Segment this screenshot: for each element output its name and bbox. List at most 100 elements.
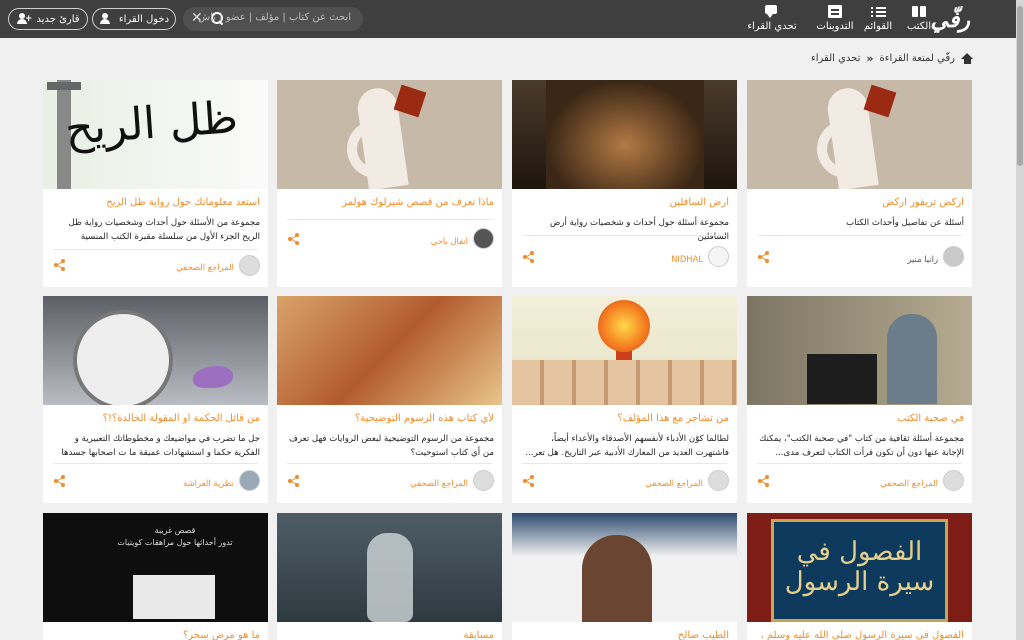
nav-readers-challenge[interactable]: تحدي القراء: [738, 5, 806, 32]
search-input[interactable]: ابحث عن كتاب | مؤلف | عضو | ناش: [198, 12, 351, 23]
card-title[interactable]: لأي كتاب هذه الرسوم التوضيحية؟: [285, 413, 494, 424]
register-label: قارئ جديد: [36, 13, 80, 25]
card-image[interactable]: [512, 513, 737, 622]
card-image[interactable]: [277, 513, 502, 622]
card-author[interactable]: رانيا منير: [907, 254, 938, 264]
card-title[interactable]: اركض تريفور اركض: [755, 197, 964, 208]
avatar[interactable]: [473, 470, 494, 491]
card-image[interactable]: [512, 296, 737, 405]
quiz-card[interactable]: أرض السافلين مجموعة أسئلة حول أحداث و شخ…: [512, 80, 737, 287]
card-divider: [287, 219, 492, 220]
card-title[interactable]: الطيب صالح: [520, 630, 729, 640]
card-author[interactable]: نظرية الفراشة: [183, 478, 234, 488]
card-author[interactable]: المراجع الصحفي: [176, 262, 234, 272]
avatar[interactable]: [943, 246, 964, 267]
top-navbar: رفّي الكتب القوائم التدوينات تحدي القراء…: [0, 0, 1016, 38]
avatar[interactable]: [239, 470, 260, 491]
register-button[interactable]: + قارئ جديد: [8, 8, 88, 30]
quiz-card[interactable]: لأي كتاب هذه الرسوم التوضيحية؟ مجموعة من…: [277, 296, 502, 503]
nav-posts[interactable]: التدوينات: [803, 5, 867, 32]
avatar[interactable]: [708, 470, 729, 491]
chat-icon: [764, 5, 780, 19]
card-image[interactable]: [277, 80, 502, 189]
scrollbar-thumb[interactable]: [1017, 6, 1023, 166]
home-icon[interactable]: [961, 53, 974, 64]
card-description: مجموعة أسئلة حول أحداث و شخصيات رواية أر…: [549, 218, 729, 242]
breadcrumb: رفّي لمتعة القراءة « تحدي القراء: [811, 52, 974, 65]
quiz-card[interactable]: قصص غريبة تدور أحداثها حول مراهقات كويتي…: [43, 513, 268, 640]
breadcrumb-home[interactable]: رفّي لمتعة القراءة: [880, 53, 955, 64]
card-title[interactable]: مسابقة: [285, 630, 494, 640]
avatar[interactable]: [239, 255, 260, 276]
nav-posts-label: التدوينات: [816, 21, 854, 32]
quiz-card[interactable]: من قائل الحكمة أو المقولة الخالدة؟!؟ جل …: [43, 296, 268, 503]
search-bar[interactable]: ✕ ابحث عن كتاب | مؤلف | عضو | ناش: [183, 7, 363, 31]
quiz-card[interactable]: ظل الريح استعد معلوماتك حول رواية ظل الر…: [43, 80, 268, 287]
card-image[interactable]: [747, 296, 972, 405]
card-author[interactable]: NIDHAL: [671, 254, 703, 264]
user-icon: [99, 13, 113, 25]
card-description: جل ما تضرب في مواضيعك و مخطوطاتك التعبير…: [61, 434, 260, 458]
cover-title: الفصول في سيرة الرسول: [784, 537, 935, 597]
quiz-card[interactable]: في صحبة الكتب مجموعة أسئلة ثقافية من كتا…: [747, 296, 972, 503]
avatar[interactable]: [473, 228, 494, 249]
login-button[interactable]: دخول القراء: [92, 8, 176, 30]
cover-subtitle: قصص غريبة: [154, 526, 196, 535]
share-icon[interactable]: [288, 233, 300, 245]
card-image[interactable]: [277, 296, 502, 405]
quiz-card[interactable]: الفصول في سيرة الرسول الفصول في سيرة الر…: [747, 513, 972, 640]
card-image[interactable]: قصص غريبة تدور أحداثها حول مراهقات كويتي…: [43, 513, 268, 622]
card-title[interactable]: ماذا تعرف من قصص شيرلوك هولمز: [285, 197, 494, 208]
page-scrollbar[interactable]: [1016, 0, 1024, 640]
quiz-card[interactable]: من تشاجر مع هذا المؤلف؟ لطالما كوّن الأد…: [512, 296, 737, 503]
list-icon: [870, 5, 886, 19]
avatar[interactable]: [943, 470, 964, 491]
avatar[interactable]: [708, 246, 729, 267]
card-divider: [757, 235, 962, 236]
card-divider: [53, 249, 258, 250]
quiz-card[interactable]: الطيب صالح: [512, 513, 737, 640]
card-title[interactable]: من قائل الحكمة أو المقولة الخالدة؟!؟: [51, 413, 260, 424]
card-divider: [757, 463, 962, 464]
card-description: لطالما كوّن الأدباء لأنفسهم الأصدقاء وال…: [525, 434, 729, 458]
cover-subtitle: تدور أحداثها حول مراهقات كويتيات: [117, 538, 233, 547]
card-image[interactable]: الفصول في سيرة الرسول: [747, 513, 972, 622]
card-image[interactable]: ظل الريح: [43, 80, 268, 189]
share-icon[interactable]: [758, 475, 770, 487]
card-author[interactable]: المراجع الصحفي: [880, 478, 938, 488]
quiz-card[interactable]: اركض تريفور اركض أسئلة عن تفاصيل وأحداث …: [747, 80, 972, 287]
card-title[interactable]: ما هو مرض سحر؟: [51, 630, 260, 640]
card-author[interactable]: المراجع الصحفي: [410, 478, 468, 488]
card-divider: [53, 463, 258, 464]
card-title[interactable]: أرض السافلين: [520, 197, 729, 208]
card-image[interactable]: [43, 296, 268, 405]
card-author[interactable]: المراجع الصحفي: [645, 478, 703, 488]
login-label: دخول القراء: [118, 13, 170, 25]
card-title[interactable]: من تشاجر مع هذا المؤلف؟: [520, 413, 729, 424]
card-author[interactable]: انفال باحي: [431, 236, 468, 246]
share-icon[interactable]: [54, 259, 66, 271]
card-title[interactable]: في صحبة الكتب: [755, 413, 964, 424]
quiz-card[interactable]: ماذا تعرف من قصص شيرلوك هولمز انفال باحي: [277, 80, 502, 287]
cover-title: ظل الريح: [63, 92, 240, 155]
card-divider: [522, 463, 727, 464]
share-icon[interactable]: [54, 475, 66, 487]
share-icon[interactable]: [523, 251, 535, 263]
breadcrumb-current: تحدي القراء: [811, 53, 861, 64]
share-icon[interactable]: [288, 475, 300, 487]
card-description: مجموعة من الأسئلة حول أحداث وشخصيات رواي…: [68, 218, 260, 242]
share-icon[interactable]: [523, 475, 535, 487]
card-title[interactable]: الفصول في سيرة الرسول صلى الله عليه وسلم…: [755, 630, 964, 640]
share-icon[interactable]: [758, 251, 770, 263]
card-image[interactable]: [512, 80, 737, 189]
nav-lists-label: القوائم: [863, 21, 893, 32]
post-icon: [827, 5, 843, 19]
card-title[interactable]: استعد معلوماتك حول رواية ظل الريح: [51, 197, 260, 208]
card-description: أسئلة عن تفاصيل وأحداث الكتاب: [846, 218, 964, 228]
quiz-card[interactable]: مسابقة: [277, 513, 502, 640]
card-image[interactable]: [747, 80, 972, 189]
book-icon: [911, 5, 927, 19]
card-description: مجموعة أسئلة ثقافية من كتاب "في صحبة الك…: [759, 434, 964, 458]
card-divider: [287, 463, 492, 464]
nav-challenge-label: تحدي القراء: [747, 21, 797, 32]
